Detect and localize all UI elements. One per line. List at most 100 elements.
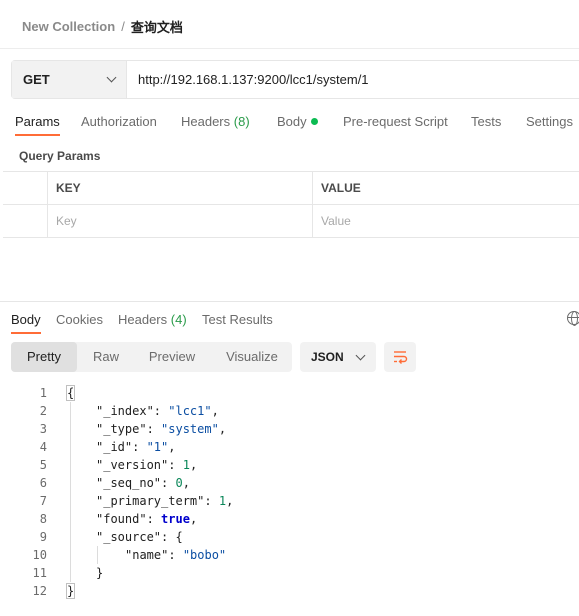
json-key: "_seq_no" <box>96 476 162 490</box>
json-string-value: "1" <box>146 440 169 454</box>
json-string-value: "lcc1" <box>168 404 212 418</box>
indent-guide <box>70 474 71 492</box>
breadcrumb-request-name[interactable]: 查询文档 <box>131 17 183 36</box>
indent-guide <box>70 438 71 456</box>
json-string-value: "system" <box>161 422 219 436</box>
view-preview-button[interactable]: Preview <box>139 342 205 372</box>
json-source-open-brace: { <box>175 530 183 544</box>
url-input[interactable]: http://192.168.1.137:9200/lcc1/system/1 <box>127 61 579 98</box>
code-line: 8 "found": true, <box>0 510 579 528</box>
line-number: 11 <box>32 566 47 580</box>
column-header-value: VALUE <box>321 181 361 195</box>
tab-settings[interactable]: Settings <box>526 112 573 136</box>
request-url-bar: GET http://192.168.1.137:9200/lcc1/syste… <box>11 60 579 99</box>
chevron-down-icon <box>355 350 366 360</box>
header-divider <box>0 48 579 49</box>
tab-body[interactable]: Body <box>277 112 318 136</box>
column-header-key: KEY <box>48 172 313 204</box>
format-value: JSON <box>311 350 344 364</box>
json-key: "_id" <box>96 440 133 454</box>
globe-icon[interactable] <box>567 311 579 326</box>
view-visualize-button[interactable]: Visualize <box>215 342 289 372</box>
tab-test-results-label: Test Results <box>202 312 273 327</box>
tab-tests[interactable]: Tests <box>471 112 501 136</box>
checkbox-column-header <box>3 172 48 204</box>
tab-prerequest-script[interactable]: Pre-request Script <box>343 112 448 136</box>
wrap-lines-button[interactable] <box>384 342 416 372</box>
json-key: "_type" <box>96 422 147 436</box>
code-line: 10 "name": "bobo" <box>0 546 579 564</box>
indent-guide <box>70 402 71 420</box>
json-key: "_source" <box>96 530 162 544</box>
tab-body-label: Body <box>277 114 307 129</box>
indent-guide <box>70 492 71 510</box>
format-select[interactable]: JSON <box>300 342 376 372</box>
view-pretty-button[interactable]: Pretty <box>11 342 77 372</box>
tab-params[interactable]: Params <box>15 112 60 136</box>
response-pane-divider[interactable] <box>0 301 579 302</box>
tab-params-label: Params <box>15 114 60 129</box>
breadcrumb-collection[interactable]: New Collection <box>22 19 115 34</box>
json-close-brace: } <box>65 583 76 599</box>
code-line: 2 "_index": "lcc1", <box>0 402 579 420</box>
tab-settings-label: Settings <box>526 114 573 129</box>
tab-authorization-label: Authorization <box>81 114 157 129</box>
json-key: "found" <box>96 512 147 526</box>
method-value: GET <box>23 72 50 87</box>
tab-headers-label: Headers <box>181 114 231 129</box>
table-header-row: KEY VALUE <box>3 172 579 205</box>
indent-guide <box>70 510 71 528</box>
tab-authorization[interactable]: Authorization <box>81 112 157 136</box>
param-value-input[interactable]: Value <box>313 205 579 237</box>
line-number: 5 <box>39 458 47 472</box>
line-number: 3 <box>39 422 47 436</box>
indent-guide <box>70 456 71 474</box>
request-tabs: Params Authorization Headers (8) Body Pr… <box>0 112 579 136</box>
query-params-table: KEY VALUE Key Value <box>3 171 579 238</box>
indent-guide <box>70 420 71 438</box>
wrap-lines-icon <box>394 351 408 364</box>
json-key: "_version" <box>96 458 169 472</box>
query-params-title: Query Params <box>19 149 101 163</box>
view-raw-button[interactable]: Raw <box>81 342 131 372</box>
tab-test-results[interactable]: Test Results <box>202 310 273 334</box>
json-key: "name" <box>125 548 169 562</box>
json-number-value: 1 <box>182 458 190 472</box>
json-number-value: 1 <box>218 494 227 508</box>
tab-response-body[interactable]: Body <box>11 310 41 334</box>
indent-guide <box>70 564 71 582</box>
tab-response-headers-label: Headers <box>118 312 168 327</box>
code-line: 1{ <box>0 384 579 402</box>
response-headers-count: (4) <box>170 312 187 327</box>
tab-response-body-label: Body <box>11 312 41 327</box>
indent-guide <box>97 546 98 564</box>
tab-headers[interactable]: Headers (8) <box>181 112 250 136</box>
line-number: 4 <box>39 440 47 454</box>
breadcrumb: New Collection / 查询文档 <box>22 16 183 36</box>
json-key: "_index" <box>96 404 154 418</box>
method-select[interactable]: GET <box>12 61 127 98</box>
json-boolean-value: true <box>161 512 190 526</box>
code-line: 5 "_version": 1, <box>0 456 579 474</box>
tab-response-headers[interactable]: Headers (4) <box>118 310 187 334</box>
tab-cookies[interactable]: Cookies <box>56 310 103 334</box>
line-number: 7 <box>39 494 47 508</box>
code-line: 7 "_primary_term": 1, <box>0 492 579 510</box>
code-line: 6 "_seq_no": 0, <box>0 474 579 492</box>
breadcrumb-separator: / <box>121 18 125 34</box>
response-body-viewer[interactable]: 1{ 2 "_index": "lcc1", 3 "_type": "system"… <box>0 384 579 600</box>
json-open-brace: { <box>65 385 76 401</box>
response-tabs: Body Cookies Headers (4) Test Results <box>0 310 579 334</box>
tab-prerequest-label: Pre-request Script <box>343 114 448 129</box>
chevron-down-icon <box>106 72 117 83</box>
tab-cookies-label: Cookies <box>56 312 103 327</box>
code-line: 12} <box>0 582 579 600</box>
json-string-value: "bobo" <box>182 548 227 562</box>
headers-count: (8) <box>233 114 250 129</box>
code-line: 4 "_id": "1", <box>0 438 579 456</box>
line-number: 6 <box>39 476 47 490</box>
json-number-value: 0 <box>175 476 183 490</box>
indent-guide <box>70 546 71 564</box>
param-key-input[interactable]: Key <box>48 205 313 237</box>
json-source-close-brace: } <box>96 566 104 580</box>
